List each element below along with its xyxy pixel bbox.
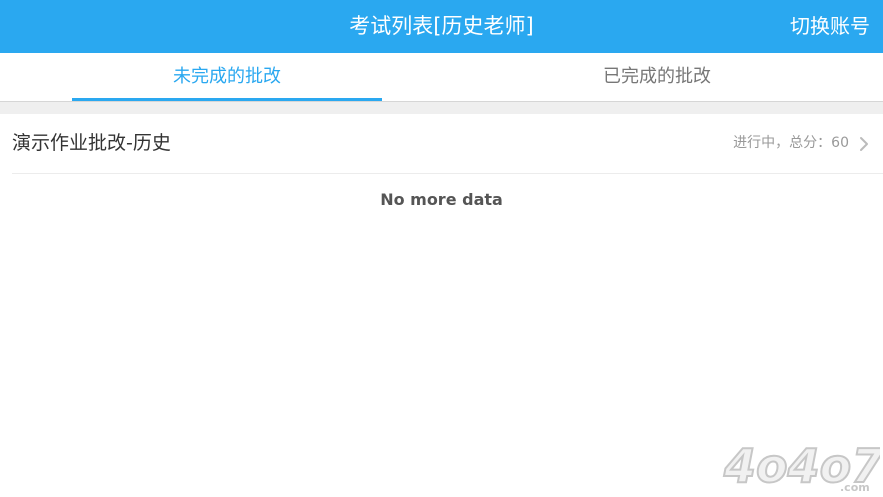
tab-unfinished-grading[interactable]: 未完成的批改 <box>72 53 382 101</box>
site-watermark-logo: 4o4o7 .com <box>722 438 880 494</box>
no-more-data-label: No more data <box>380 190 503 209</box>
tab-bar: 未完成的批改 已完成的批改 <box>0 53 883 101</box>
app-header: 考试列表[历史老师] 切换账号 <box>0 0 883 53</box>
list-item-title: 演示作业批改-历史 <box>12 132 171 154</box>
section-gap <box>0 102 883 114</box>
list-item[interactable]: 演示作业批改-历史 进行中，总分：60 <box>0 114 883 173</box>
list-item-status: 进行中，总分：60 <box>733 135 849 151</box>
svg-text:.com: .com <box>840 481 870 494</box>
switch-account-button[interactable]: 切换账号 <box>790 0 870 53</box>
page-title: 考试列表[历史老师] <box>349 14 534 38</box>
tab-finished-grading[interactable]: 已完成的批改 <box>502 53 812 101</box>
list-divider <box>12 173 883 174</box>
chevron-right-icon <box>860 137 868 151</box>
